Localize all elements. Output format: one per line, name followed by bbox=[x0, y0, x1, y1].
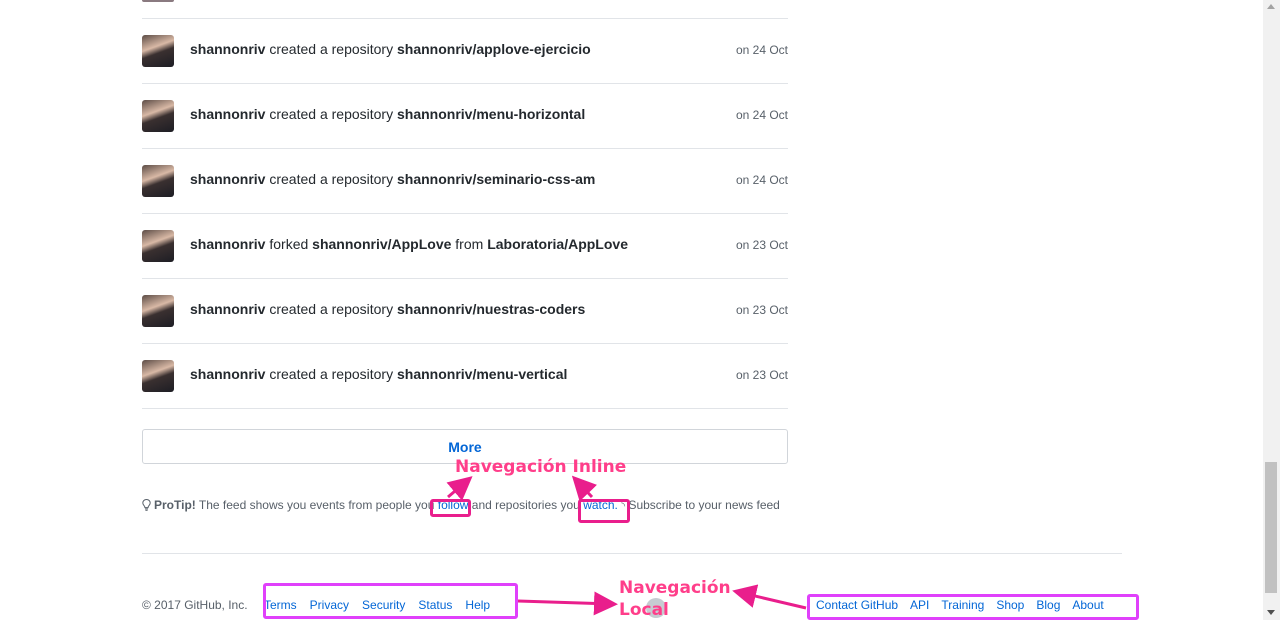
event-source-repo-link[interactable]: Laboratoria/AppLove bbox=[487, 236, 628, 252]
scroll-thumb[interactable] bbox=[1265, 462, 1277, 593]
event-time: on 23 Oct bbox=[735, 368, 788, 382]
feed-event: shannonriv forked shannonriv/AppLove fro… bbox=[142, 214, 788, 279]
event-action: created a repository bbox=[269, 301, 394, 317]
avatar[interactable] bbox=[142, 165, 174, 197]
event-action: forked bbox=[269, 236, 309, 252]
annotation-local-label-2: Local bbox=[619, 600, 669, 620]
event-repo-link[interactable]: shannonriv/AppLove bbox=[312, 236, 451, 252]
event-action: created a repository bbox=[269, 106, 394, 122]
event-text: shannonriv created a repository shannonr… bbox=[190, 366, 567, 382]
annotation-local-label-1: Navegación bbox=[619, 578, 731, 598]
footer-divider bbox=[142, 553, 1122, 554]
event-user-link[interactable]: shannonriv bbox=[190, 236, 265, 252]
event-text: shannonriv created a repository shannonr… bbox=[190, 171, 595, 187]
event-repo-link[interactable]: shannonriv/seminario-css-am bbox=[397, 171, 595, 187]
event-text: shannonriv forked shannonriv/AppLove fro… bbox=[190, 236, 628, 252]
event-time: on 24 Oct bbox=[735, 108, 788, 122]
event-action: created a repository bbox=[269, 41, 394, 57]
protip-label: ProTip! bbox=[154, 498, 196, 512]
feed-event: shannonriv created a repository shannonr… bbox=[142, 19, 788, 84]
lightbulb-icon bbox=[142, 499, 151, 511]
event-action: created a repository bbox=[269, 366, 394, 382]
arrow-local-right bbox=[732, 584, 807, 610]
event-time: on 24 Oct bbox=[735, 43, 788, 57]
event-user-link[interactable]: shannonriv bbox=[190, 366, 265, 382]
event-text: shannonriv created a repository shannonr… bbox=[190, 301, 585, 317]
subscribe-link[interactable]: Subscribe to your news feed bbox=[628, 498, 779, 512]
feed-event: shannonriv created a repository shannonr… bbox=[142, 149, 788, 214]
event-repo-link[interactable]: shannonriv/menu-horizontal bbox=[397, 106, 585, 122]
event-repo-link[interactable]: shannonriv/nuestras-coders bbox=[397, 301, 585, 317]
arrow-watch bbox=[571, 475, 598, 502]
event-user-link[interactable]: shannonriv bbox=[190, 41, 265, 57]
feed-event: shannonriv created a repository shannonr… bbox=[142, 344, 788, 409]
annotation-inline-label: Navegación Inline bbox=[455, 457, 627, 477]
avatar[interactable] bbox=[142, 230, 174, 262]
arrow-follow bbox=[446, 476, 473, 501]
event-time: on 23 Oct bbox=[735, 238, 788, 252]
page-scrollbar[interactable] bbox=[1263, 0, 1280, 620]
feed-event: shannonriv created a repository shannonr… bbox=[142, 279, 788, 344]
scroll-down-icon[interactable] bbox=[1267, 610, 1275, 615]
event-text: shannonriv created a repository shannonr… bbox=[190, 41, 591, 57]
annotation-box-follow bbox=[430, 499, 471, 517]
annotation-box-footer-left bbox=[263, 583, 518, 619]
annotation-box-footer-right bbox=[807, 594, 1139, 620]
event-time: on 23 Oct bbox=[735, 303, 788, 317]
event-user-link[interactable]: shannonriv bbox=[190, 301, 265, 317]
event-user-link[interactable]: shannonriv bbox=[190, 106, 265, 122]
copyright: © 2017 GitHub, Inc. bbox=[142, 598, 248, 612]
event-text: shannonriv created a repository shannonr… bbox=[190, 106, 585, 122]
avatar[interactable] bbox=[142, 295, 174, 327]
event-user-link[interactable]: shannonriv bbox=[190, 171, 265, 187]
avatar[interactable] bbox=[142, 35, 174, 67]
protip-text: The feed shows you events from people yo… bbox=[198, 498, 435, 512]
event-repo-link[interactable]: shannonriv/applove-ejercicio bbox=[397, 41, 591, 57]
arrow-local-left bbox=[517, 591, 618, 616]
avatar[interactable] bbox=[142, 100, 174, 132]
event-repo-link[interactable]: shannonriv/menu-vertical bbox=[397, 366, 567, 382]
avatar-partial bbox=[142, 0, 174, 2]
event-from-label: from bbox=[455, 236, 484, 252]
event-action: created a repository bbox=[269, 171, 394, 187]
annotation-box-watch bbox=[578, 499, 630, 523]
feed-event: shannonriv created a repository shannonr… bbox=[142, 84, 788, 149]
event-time: on 24 Oct bbox=[735, 173, 788, 187]
avatar[interactable] bbox=[142, 360, 174, 392]
protip-text-2: and repositories you bbox=[471, 498, 580, 512]
scroll-up-icon[interactable] bbox=[1267, 4, 1275, 9]
